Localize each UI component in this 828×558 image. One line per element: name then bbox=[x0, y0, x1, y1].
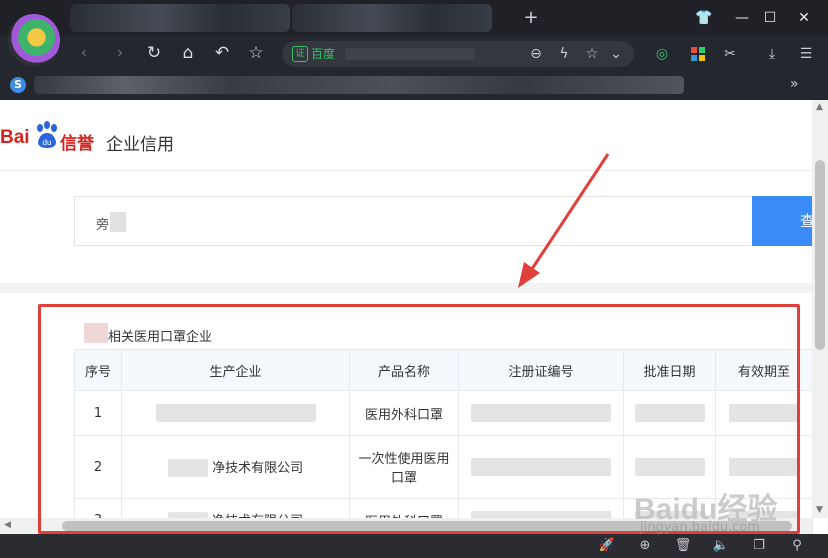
rocket-icon[interactable]: 🚀 bbox=[596, 536, 618, 556]
clock-icon[interactable]: ⊕ bbox=[634, 536, 656, 556]
minimize-icon[interactable]: — bbox=[730, 6, 754, 30]
apps-icon[interactable] bbox=[686, 41, 710, 67]
browser-tab[interactable] bbox=[292, 4, 492, 32]
browser-tab[interactable] bbox=[70, 4, 290, 32]
skin-icon[interactable]: 👕 bbox=[692, 6, 716, 30]
bookmarks-more[interactable]: » bbox=[790, 76, 799, 92]
forward-icon[interactable]: › bbox=[108, 40, 132, 66]
undo-icon[interactable]: ↶ bbox=[210, 40, 234, 66]
bookmarks-blur bbox=[34, 76, 684, 94]
section-divider bbox=[0, 283, 812, 293]
search-input[interactable] bbox=[74, 196, 752, 246]
search-button[interactable]: 查 bbox=[752, 196, 812, 246]
scissors-icon[interactable]: ✂ bbox=[718, 41, 742, 67]
brand-xinyu[interactable]: 信誉 bbox=[60, 129, 94, 154]
lightning-icon[interactable]: ϟ bbox=[552, 41, 576, 67]
address-text[interactable]: 百度 bbox=[311, 46, 335, 62]
brand-du: du bbox=[43, 138, 52, 147]
new-tab-button[interactable]: + bbox=[522, 6, 540, 30]
scroll-down-icon[interactable]: ▼ bbox=[816, 505, 823, 515]
address-blur bbox=[345, 48, 475, 60]
search-value[interactable]: 旁 bbox=[96, 214, 109, 233]
search-value-blur bbox=[110, 212, 126, 232]
search-icon[interactable]: ⚲ bbox=[786, 536, 808, 556]
maximize-icon[interactable]: ☐ bbox=[758, 6, 782, 30]
favorite-icon[interactable]: ☆ bbox=[580, 41, 604, 67]
volume-icon[interactable]: 🔈 bbox=[710, 536, 732, 556]
watermark-url: jingyan.baidu.com bbox=[640, 520, 760, 535]
brand-product-title: 企业信用 bbox=[106, 135, 174, 155]
certificate-icon[interactable]: 证 bbox=[292, 46, 308, 62]
browser-logo[interactable] bbox=[8, 14, 60, 66]
close-icon[interactable]: ✕ bbox=[792, 6, 816, 30]
window-icon[interactable]: ❐ bbox=[748, 536, 770, 556]
menu-icon[interactable]: ☰ bbox=[794, 41, 818, 67]
back-icon[interactable]: ‹ bbox=[72, 40, 96, 66]
home-icon[interactable]: ⌂ bbox=[176, 40, 200, 66]
bookmark-s-icon[interactable]: S bbox=[10, 77, 26, 93]
zoom-icon[interactable]: ⊖ bbox=[524, 41, 548, 67]
baidu-paw-icon[interactable]: du bbox=[34, 120, 60, 150]
scroll-left-icon[interactable]: ◀ bbox=[4, 520, 11, 530]
refresh-icon[interactable]: ↻ bbox=[142, 40, 166, 66]
trash-icon[interactable]: 🗑 bbox=[672, 536, 694, 556]
star-icon[interactable]: ☆ bbox=[244, 40, 268, 66]
scroll-up-icon[interactable]: ▲ bbox=[816, 102, 823, 112]
download-icon[interactable]: ⤓ bbox=[760, 41, 784, 67]
extension-icon[interactable]: ◎ bbox=[650, 41, 674, 67]
vertical-scroll-thumb[interactable] bbox=[815, 160, 825, 350]
brand-bai[interactable]: Bai bbox=[0, 127, 30, 149]
chevron-down-icon[interactable]: ⌄ bbox=[604, 41, 628, 67]
divider bbox=[0, 170, 812, 171]
status-bar bbox=[0, 534, 828, 558]
